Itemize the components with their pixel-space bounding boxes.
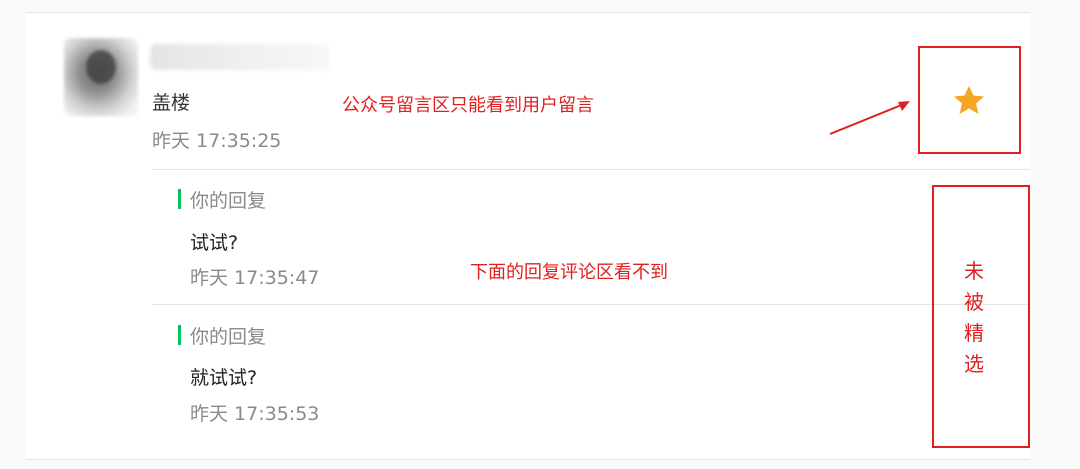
side-note-char: 未 xyxy=(964,259,984,283)
arrow-icon xyxy=(829,101,910,135)
side-note-char: 选 xyxy=(964,352,984,376)
blurred-nickname xyxy=(150,44,330,70)
comment-time: 昨天 17:35:25 xyxy=(152,130,282,152)
screenshot-frame: 盖楼 昨天 17:35:25 公众号留言区只能看到用户留言 你的回复 试试? 昨… xyxy=(0,0,1080,469)
comment-text: 盖楼 xyxy=(152,92,191,114)
reply-marker-bar xyxy=(178,325,181,345)
side-note-char: 精 xyxy=(964,321,984,345)
annotation-middle-note: 下面的回复评论区看不到 xyxy=(470,262,668,283)
reply-divider-middle xyxy=(152,304,1030,305)
comment-panel xyxy=(26,12,1030,460)
reply-label-text: 你的回复 xyxy=(190,190,267,212)
star-icon[interactable] xyxy=(952,84,986,116)
avatar-silhouette xyxy=(86,50,116,84)
reply-label: 你的回复 xyxy=(178,186,266,213)
reply-text: 试试? xyxy=(190,232,239,254)
reply-text: 就试试? xyxy=(190,367,258,389)
reply-label-text: 你的回复 xyxy=(190,326,267,348)
reply-divider-top xyxy=(152,169,1030,170)
reply-time: 昨天 17:35:47 xyxy=(190,267,320,289)
side-note-char: 被 xyxy=(964,290,984,314)
reply-time: 昨天 17:35:53 xyxy=(190,403,320,425)
annotation-side-note: 未 被 精 选 xyxy=(962,256,986,380)
reply-label: 你的回复 xyxy=(178,322,266,349)
avatar xyxy=(64,38,138,116)
reply-marker-bar xyxy=(178,189,181,209)
annotation-top-note: 公众号留言区只能看到用户留言 xyxy=(342,95,594,116)
